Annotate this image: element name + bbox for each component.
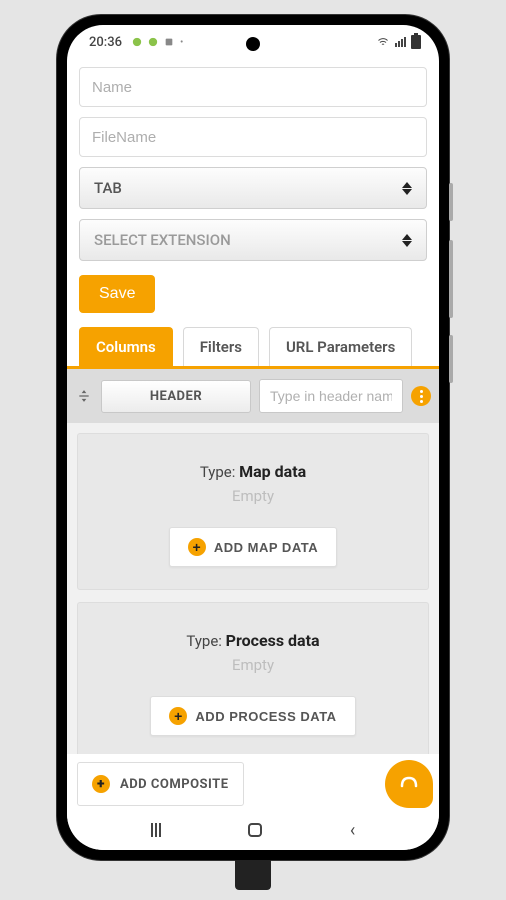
bottom-area: + ADD COMPOSITE <box>67 754 439 810</box>
more-vertical-icon[interactable] <box>411 386 431 406</box>
column-header-row: HEADER <box>67 369 439 423</box>
tab-url-parameters[interactable]: URL Parameters <box>269 327 412 366</box>
battery-icon <box>411 35 421 49</box>
add-composite-label: ADD COMPOSITE <box>120 777 229 792</box>
phone-power-button <box>449 335 453 383</box>
add-process-data-button[interactable]: + ADD PROCESS DATA <box>150 696 355 736</box>
header-type-button[interactable]: HEADER <box>101 380 251 413</box>
extension-select-label: SELECT EXTENSION <box>94 231 231 249</box>
nav-back-button[interactable]: ‹ <box>350 820 355 841</box>
tab-filters[interactable]: Filters <box>183 327 259 366</box>
back-icon: ‹ <box>350 820 355 841</box>
status-dot: • <box>180 37 183 48</box>
add-map-data-label: ADD MAP DATA <box>214 540 318 555</box>
drag-vertical-icon[interactable] <box>75 389 93 403</box>
phone-frame: 20:36 • TAB <box>57 15 449 860</box>
card-type-line: Type: Map data <box>90 462 416 481</box>
save-button[interactable]: Save <box>79 275 155 313</box>
chat-bubble-icon <box>397 772 421 796</box>
status-left: 20:36 • <box>89 35 183 50</box>
type-name: Process data <box>226 631 320 650</box>
spinner-arrows-icon <box>402 234 412 247</box>
phone-volume-button <box>449 240 453 318</box>
filename-input[interactable] <box>79 117 427 157</box>
nav-home-button[interactable] <box>248 823 262 837</box>
phone-charge-stub <box>235 860 271 890</box>
plus-circle-icon: + <box>169 707 187 725</box>
tab-select-label: TAB <box>94 179 122 197</box>
tabs-bar: Columns Filters URL Parameters <box>67 313 439 369</box>
recents-icon <box>151 823 161 837</box>
android-nav-bar: ‹ <box>67 810 439 850</box>
nav-recents-button[interactable] <box>151 823 161 837</box>
app-content: TAB SELECT EXTENSION Save Columns Filter… <box>67 59 439 850</box>
config-area[interactable]: Type: Map data Empty + ADD MAP DATA Type… <box>67 423 439 754</box>
type-prefix: Type: <box>200 463 239 481</box>
phone-screen: 20:36 • TAB <box>67 25 439 850</box>
wifi-icon <box>376 36 390 48</box>
tab-select[interactable]: TAB <box>79 167 427 209</box>
android-icon <box>132 37 142 47</box>
process-data-card: Type: Process data Empty + ADD PROCESS D… <box>77 602 429 754</box>
header-name-input[interactable] <box>259 379 403 413</box>
extension-select[interactable]: SELECT EXTENSION <box>79 219 427 261</box>
name-input[interactable] <box>79 67 427 107</box>
type-name: Map data <box>239 462 306 481</box>
add-composite-button[interactable]: + ADD COMPOSITE <box>77 762 244 806</box>
android-icon <box>148 37 158 47</box>
status-time: 20:36 <box>89 35 122 50</box>
home-icon <box>248 823 262 837</box>
plus-circle-icon: + <box>188 538 206 556</box>
tab-columns[interactable]: Columns <box>79 327 173 366</box>
type-prefix: Type: <box>186 632 225 650</box>
phone-side-button <box>449 183 453 221</box>
add-process-data-label: ADD PROCESS DATA <box>195 709 336 724</box>
card-type-line: Type: Process data <box>90 631 416 650</box>
add-map-data-button[interactable]: + ADD MAP DATA <box>169 527 337 567</box>
chat-fab-button[interactable] <box>385 760 433 808</box>
status-right <box>376 35 421 49</box>
app-status-icon <box>164 37 174 47</box>
empty-label: Empty <box>90 656 416 674</box>
map-data-card: Type: Map data Empty + ADD MAP DATA <box>77 433 429 590</box>
spinner-arrows-icon <box>402 182 412 195</box>
form-section: TAB SELECT EXTENSION Save <box>67 59 439 313</box>
signal-icon <box>395 37 406 47</box>
empty-label: Empty <box>90 487 416 505</box>
camera-hole <box>246 37 260 51</box>
plus-circle-icon: + <box>92 775 110 793</box>
